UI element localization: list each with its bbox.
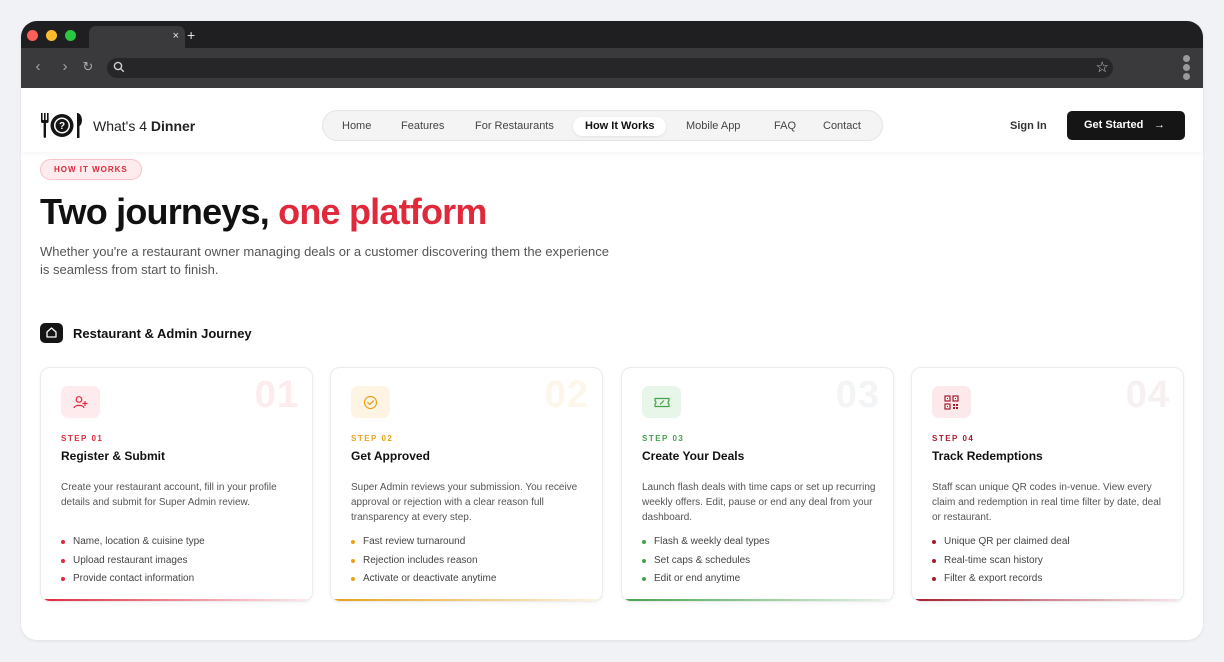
ticket-icon <box>642 386 681 418</box>
close-tab-icon[interactable]: × <box>173 29 179 43</box>
step-label: STEP 01 <box>61 434 104 443</box>
reload-icon[interactable]: ↻ <box>79 58 97 76</box>
browser-menu-icon[interactable] <box>1183 55 1191 82</box>
journey-title: Restaurant & Admin Journey <box>73 326 252 341</box>
new-tab-icon[interactable]: + <box>187 28 195 42</box>
list-item: Flash & weekly deal types <box>642 534 770 553</box>
dinner-plate-icon[interactable]: ? <box>40 112 84 139</box>
forward-icon[interactable]: › <box>56 58 74 76</box>
step-number: 02 <box>544 374 589 416</box>
card-accent-bar <box>912 599 1183 601</box>
qr-code-icon <box>932 386 971 418</box>
step-feature-list: Name, location & cuisine type Upload res… <box>61 534 205 590</box>
browser-window: × + ‹ › ↻ ☆ ? What's 4 Dinner Home Featu… <box>21 21 1203 640</box>
hero-title-main: Two journeys, <box>40 191 279 232</box>
step-number: 03 <box>835 374 880 416</box>
list-item: Set caps & schedules <box>642 553 770 572</box>
nav-home[interactable]: Home <box>330 117 383 136</box>
step-number: 04 <box>1125 374 1170 416</box>
nav-for-restaurants[interactable]: For Restaurants <box>463 117 566 136</box>
browser-toolbar: ‹ › ↻ ☆ <box>21 48 1203 88</box>
hero-title-accent: one platform <box>278 191 487 232</box>
list-item: Activate or deactivate anytime <box>351 571 496 590</box>
get-started-button[interactable]: Get Started → <box>1067 111 1185 140</box>
step-feature-list: Flash & weekly deal types Set caps & sch… <box>642 534 770 590</box>
nav-features[interactable]: Features <box>389 117 456 136</box>
list-item: Rejection includes reason <box>351 553 496 572</box>
brand-name[interactable]: What's 4 Dinner <box>93 118 195 134</box>
hero-subtitle: Whether you're a restaurant owner managi… <box>40 244 610 277</box>
browser-tab-bar: × + <box>21 21 1203 48</box>
step-feature-list: Unique QR per claimed deal Real-time sca… <box>932 534 1070 590</box>
nav-mobile-app[interactable]: Mobile App <box>674 117 752 136</box>
list-item: Name, location & cuisine type <box>61 534 205 553</box>
list-item: Provide contact information <box>61 571 205 590</box>
card-accent-bar <box>622 599 893 601</box>
step-feature-list: Fast review turnaround Rejection include… <box>351 534 496 590</box>
step-card-track-redemptions: 04 STEP 04 Track Redemptions Staff scan … <box>911 367 1184 602</box>
hero-title: Two journeys, one platform <box>40 191 487 233</box>
maximize-window-button[interactable] <box>65 30 76 41</box>
site-header: ? What's 4 Dinner Home Features For Rest… <box>21 88 1203 152</box>
card-accent-bar <box>41 599 312 601</box>
section-eyebrow-badge: HOW IT WORKS <box>40 159 142 180</box>
nav-how-it-works[interactable]: How It Works <box>573 117 667 136</box>
card-accent-bar <box>331 599 602 601</box>
user-plus-icon <box>61 386 100 418</box>
step-description: Staff scan unique QR codes in-venue. Vie… <box>932 482 1162 523</box>
sign-in-link[interactable]: Sign In <box>1010 120 1047 132</box>
step-card-approved: 02 STEP 02 Get Approved Super Admin revi… <box>330 367 603 602</box>
step-title: Track Redemptions <box>932 449 1043 463</box>
step-description: Super Admin reviews your submission. You… <box>351 482 578 523</box>
list-item: Unique QR per claimed deal <box>932 534 1070 553</box>
get-started-label: Get Started <box>1084 119 1144 131</box>
nav-faq[interactable]: FAQ <box>762 117 808 136</box>
back-icon[interactable]: ‹ <box>29 58 47 76</box>
list-item: Real-time scan history <box>932 553 1070 572</box>
step-card-create-deals: 03 STEP 03 Create Your Deals Launch flas… <box>621 367 894 602</box>
step-description: Launch flash deals with time caps or set… <box>642 482 876 523</box>
brand-bold: Dinner <box>150 118 196 134</box>
check-circle-icon <box>351 386 390 418</box>
list-item: Filter & export records <box>932 571 1070 590</box>
address-bar[interactable]: ☆ <box>107 58 1113 78</box>
minimize-window-button[interactable] <box>46 30 57 41</box>
svg-text:?: ? <box>59 121 65 132</box>
brand-regular: What's 4 <box>93 118 151 134</box>
list-item: Upload restaurant images <box>61 553 205 572</box>
step-title: Create Your Deals <box>642 449 745 463</box>
step-description: Create your restaurant account, fill in … <box>61 482 277 508</box>
nav-contact[interactable]: Contact <box>811 117 873 136</box>
search-icon <box>113 61 125 73</box>
step-label: STEP 04 <box>932 434 975 443</box>
list-item: Edit or end anytime <box>642 571 770 590</box>
step-title: Register & Submit <box>61 449 166 463</box>
step-label: STEP 03 <box>642 434 685 443</box>
step-card-register: 01 STEP 01 Register & Submit Create your… <box>40 367 313 602</box>
home-icon <box>40 323 63 343</box>
step-title: Get Approved <box>351 449 430 463</box>
main-nav: Home Features For Restaurants How It Wor… <box>322 110 883 141</box>
browser-tab[interactable]: × <box>89 26 185 48</box>
close-window-button[interactable] <box>27 30 38 41</box>
list-item: Fast review turnaround <box>351 534 496 553</box>
step-label: STEP 02 <box>351 434 394 443</box>
step-number: 01 <box>254 374 299 416</box>
arrow-right-icon: → <box>1154 119 1165 131</box>
bookmark-star-icon[interactable]: ☆ <box>1096 59 1109 77</box>
